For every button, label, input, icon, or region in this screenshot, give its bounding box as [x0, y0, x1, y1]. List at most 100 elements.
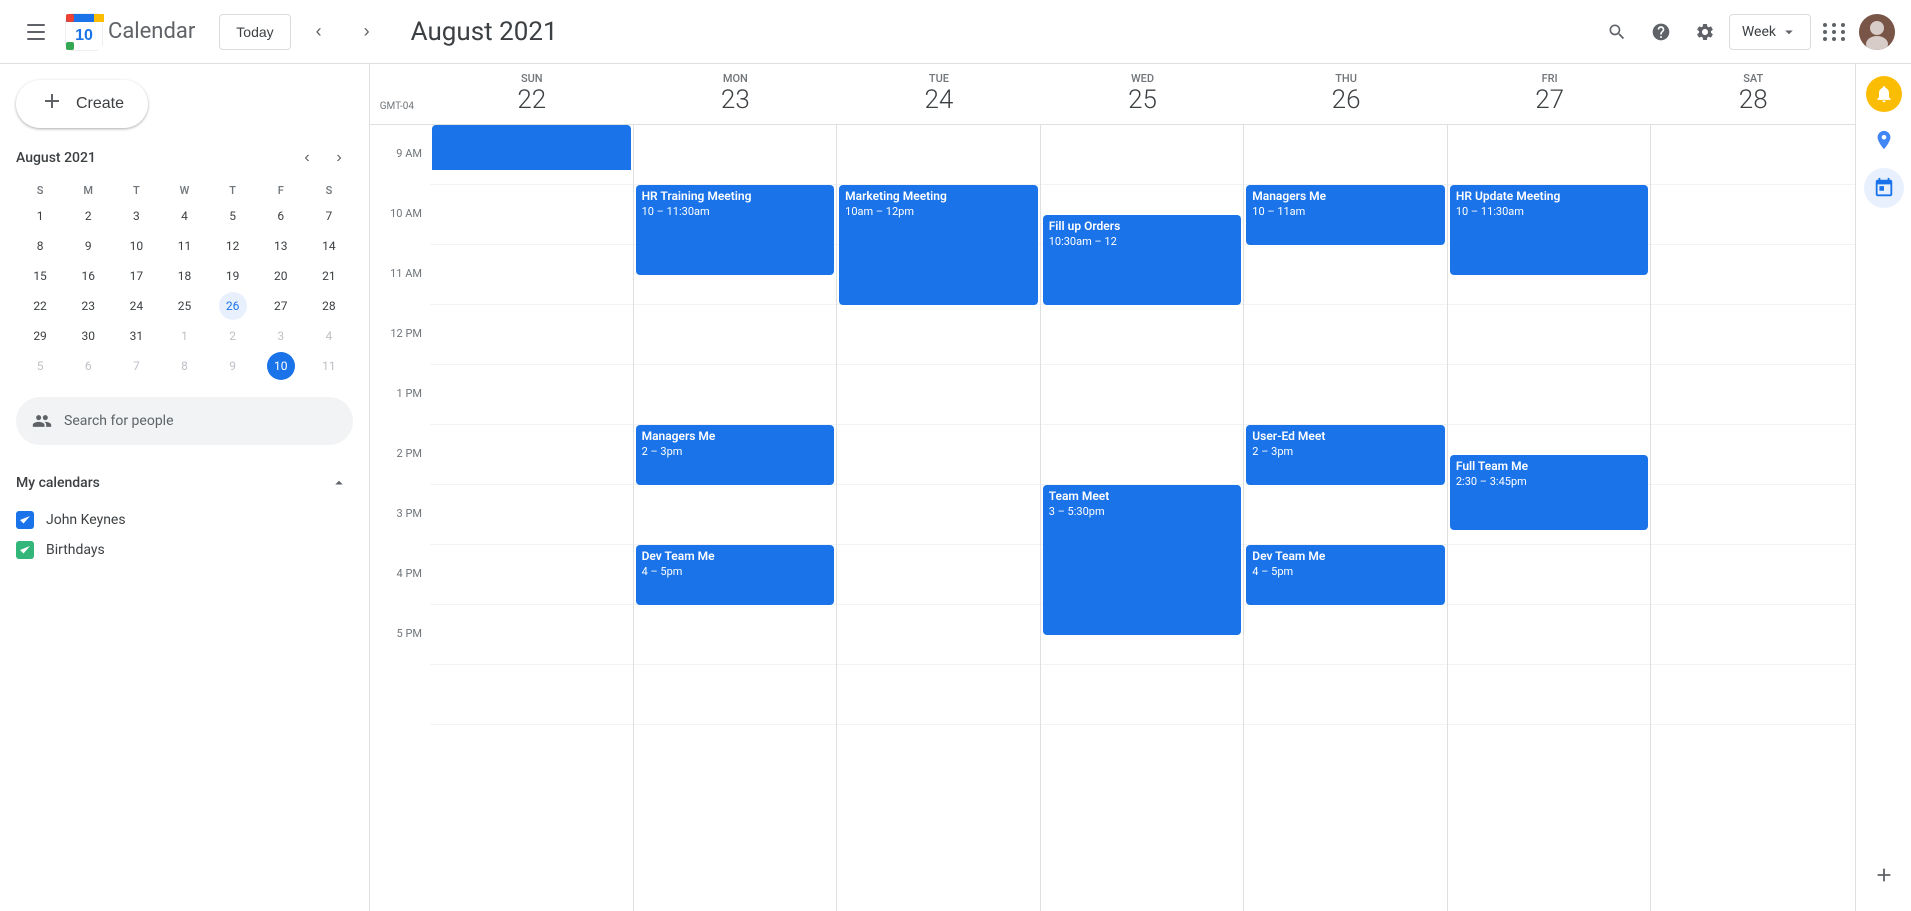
- search-button[interactable]: [1597, 12, 1637, 52]
- event-managers-thu[interactable]: Managers Me 10 – 11am: [1246, 185, 1445, 245]
- view-label: Week: [1742, 24, 1776, 40]
- mini-calendar: August 2021 ‹ › S M T W T F S 1 2 3 4: [16, 144, 353, 381]
- create-button[interactable]: Create: [16, 80, 148, 128]
- mini-cal-day[interactable]: 15: [26, 262, 54, 290]
- mini-cal-day[interactable]: 5: [26, 352, 54, 380]
- next-period-button[interactable]: ›: [347, 12, 387, 52]
- mini-cal-day[interactable]: 28: [315, 292, 343, 320]
- mini-cal-day[interactable]: 18: [170, 262, 198, 290]
- mini-cal-day[interactable]: 30: [74, 322, 102, 350]
- mini-cal-day[interactable]: 16: [74, 262, 102, 290]
- my-calendars-toggle[interactable]: [325, 469, 353, 497]
- calendar-check-icon-button[interactable]: [1864, 168, 1904, 208]
- mini-cal-day[interactable]: 17: [122, 262, 150, 290]
- mini-cal-week-1: 1 2 3 4 5 6 7: [16, 201, 353, 231]
- mini-cal-day-selected[interactable]: 26: [219, 292, 247, 320]
- day-col-fri[interactable]: HR Update Meeting 10 – 11:30am Full Team…: [1448, 125, 1652, 911]
- day-col-mon[interactable]: HR Training Meeting 10 – 11:30am Manager…: [634, 125, 838, 911]
- mini-cal-day[interactable]: 1: [26, 202, 54, 230]
- day-header-mon[interactable]: MON 23: [634, 72, 838, 116]
- apps-button[interactable]: [1815, 12, 1855, 52]
- calendar-checkbox: [16, 541, 34, 559]
- event-dev-team-thu[interactable]: Dev Team Me 4 – 5pm: [1246, 545, 1445, 605]
- mini-cal-day[interactable]: 6: [74, 352, 102, 380]
- mini-cal-day[interactable]: 8: [26, 232, 54, 260]
- people-search-bar[interactable]: Search for people: [16, 397, 353, 445]
- calendar-grid-area: GMT-04 SUN 22 MON 23 TUE 24 WED 25 THU 2…: [370, 64, 1855, 911]
- app-name: Calendar: [108, 19, 195, 44]
- mini-cal-day[interactable]: 24: [122, 292, 150, 320]
- mini-cal-day[interactable]: 3: [267, 322, 295, 350]
- day-header-sun[interactable]: SUN 22: [430, 72, 634, 116]
- day-headers: GMT-04 SUN 22 MON 23 TUE 24 WED 25 THU 2…: [370, 64, 1855, 125]
- day-col-sat[interactable]: [1651, 125, 1855, 911]
- mini-cal-day[interactable]: 14: [315, 232, 343, 260]
- day-header-wed[interactable]: WED 25: [1041, 72, 1245, 116]
- mini-cal-day[interactable]: 9: [219, 352, 247, 380]
- mini-cal-day[interactable]: 7: [122, 352, 150, 380]
- user-avatar[interactable]: [1859, 14, 1895, 50]
- mini-cal-day[interactable]: 27: [267, 292, 295, 320]
- mini-cal-day[interactable]: 10: [122, 232, 150, 260]
- event-hr-training[interactable]: HR Training Meeting 10 – 11:30am: [636, 185, 835, 275]
- day-col-wed[interactable]: Fill up Orders 10:30am – 12 Team Meet 3 …: [1041, 125, 1245, 911]
- notification-icon-button[interactable]: [1866, 76, 1902, 112]
- mini-cal-week-2: 8 9 10 11 12 13 14: [16, 231, 353, 261]
- mini-cal-next[interactable]: ›: [325, 144, 353, 172]
- event-user-ed[interactable]: User-Ed Meet 2 – 3pm: [1246, 425, 1445, 485]
- event-full-team[interactable]: Full Team Me 2:30 – 3:45pm: [1450, 455, 1649, 530]
- settings-button[interactable]: [1685, 12, 1725, 52]
- mini-cal-day[interactable]: 25: [170, 292, 198, 320]
- mini-cal-day[interactable]: 23: [74, 292, 102, 320]
- mini-cal-day[interactable]: 29: [26, 322, 54, 350]
- mini-cal-day[interactable]: 31: [122, 322, 150, 350]
- mini-cal-day[interactable]: 9: [74, 232, 102, 260]
- mini-cal-day[interactable]: 11: [170, 232, 198, 260]
- event-dev-team-mon[interactable]: Dev Team Me 4 – 5pm: [636, 545, 835, 605]
- maps-icon-button[interactable]: [1864, 120, 1904, 160]
- day-header-thu[interactable]: THU 26: [1244, 72, 1448, 116]
- mini-cal-day[interactable]: 19: [219, 262, 247, 290]
- mini-cal-day[interactable]: 2: [219, 322, 247, 350]
- day-col-tue[interactable]: Marketing Meeting 10am – 12pm: [837, 125, 1041, 911]
- calendar-checkbox: [16, 511, 34, 529]
- calendar-item-birthdays[interactable]: Birthdays: [16, 535, 353, 565]
- mini-cal-day[interactable]: 7: [315, 202, 343, 230]
- mini-cal-day[interactable]: 3: [122, 202, 150, 230]
- day-col-sun[interactable]: [430, 125, 634, 911]
- mini-cal-day[interactable]: 4: [170, 202, 198, 230]
- event-managers-mon[interactable]: Managers Me 2 – 3pm: [636, 425, 835, 485]
- prev-period-button[interactable]: ‹: [299, 12, 339, 52]
- mini-cal-day[interactable]: 6: [267, 202, 295, 230]
- mini-cal-prev[interactable]: ‹: [293, 144, 321, 172]
- mini-cal-day[interactable]: 12: [219, 232, 247, 260]
- mini-cal-day[interactable]: 1: [170, 322, 198, 350]
- mini-cal-today[interactable]: 10: [267, 352, 295, 380]
- mini-cal-day[interactable]: 20: [267, 262, 295, 290]
- add-widget-button[interactable]: [1864, 855, 1904, 895]
- calendar-item-john-keynes[interactable]: John Keynes: [16, 505, 353, 535]
- help-button[interactable]: [1641, 12, 1681, 52]
- day-header-fri[interactable]: FRI 27: [1448, 72, 1652, 116]
- time-label-5pm: 5 PM: [370, 627, 430, 687]
- event-fill-orders[interactable]: Fill up Orders 10:30am – 12: [1043, 215, 1242, 305]
- event-team-meet-wed[interactable]: Team Meet 3 – 5:30pm: [1043, 485, 1242, 635]
- view-selector[interactable]: Week: [1729, 14, 1811, 50]
- event-marketing-meeting[interactable]: Marketing Meeting 10am – 12pm: [839, 185, 1038, 305]
- day-header-sat[interactable]: SAT 28: [1651, 72, 1855, 116]
- mini-cal-day[interactable]: 21: [315, 262, 343, 290]
- mini-cal-day[interactable]: 11: [315, 352, 343, 380]
- mini-cal-day[interactable]: 13: [267, 232, 295, 260]
- day-header-tue[interactable]: TUE 24: [837, 72, 1041, 116]
- mini-cal-day[interactable]: 5: [219, 202, 247, 230]
- event-hr-update[interactable]: HR Update Meeting 10 – 11:30am: [1450, 185, 1649, 275]
- mini-cal-day[interactable]: 2: [74, 202, 102, 230]
- mini-cal-day[interactable]: 22: [26, 292, 54, 320]
- mini-cal-day[interactable]: 8: [170, 352, 198, 380]
- hamburger-button[interactable]: [16, 12, 56, 52]
- event-sun-morning[interactable]: [432, 125, 631, 170]
- day-col-thu[interactable]: Managers Me 10 – 11am User-Ed Meet 2 – 3…: [1244, 125, 1448, 911]
- people-search-icon: [32, 411, 52, 431]
- today-button[interactable]: Today: [219, 14, 290, 50]
- mini-cal-day[interactable]: 4: [315, 322, 343, 350]
